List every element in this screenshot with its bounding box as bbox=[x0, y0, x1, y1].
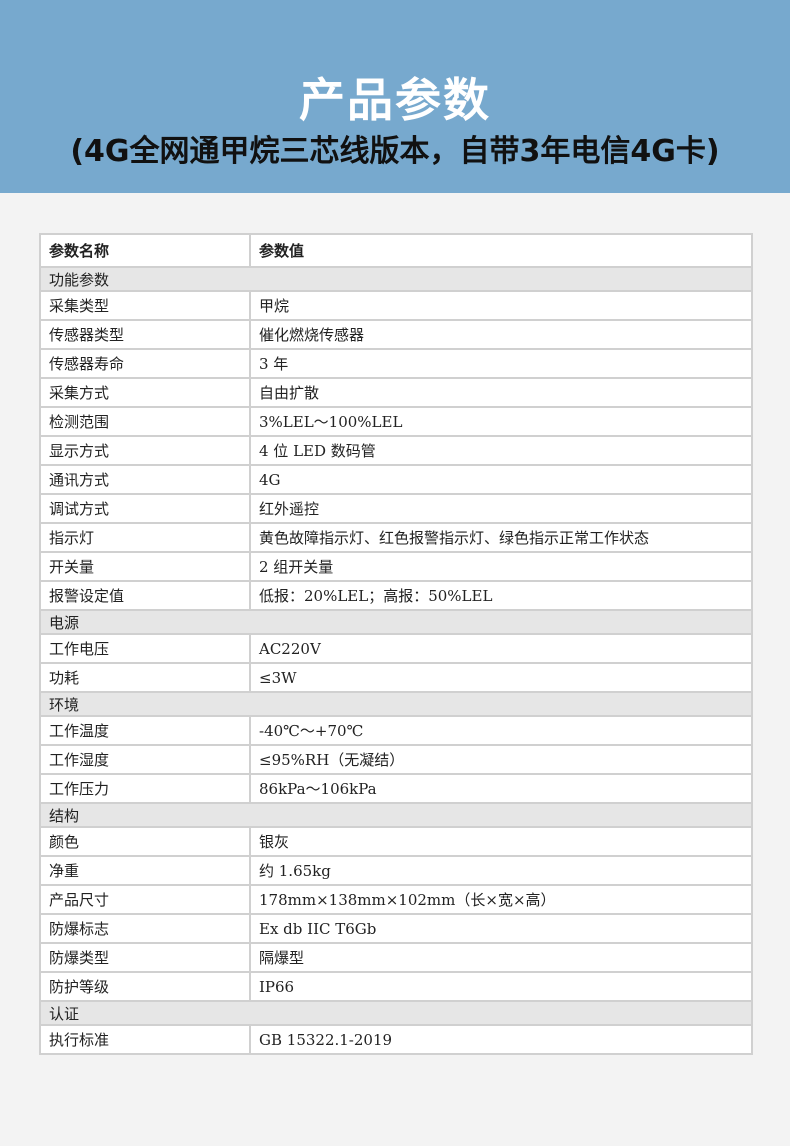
param-value: ≤95%RH（无凝结） bbox=[249, 744, 753, 775]
header-banner: 产品参数 (4G全网通甲烷三芯线版本，自带3年电信4G卡) bbox=[0, 0, 790, 193]
param-name: 工作电压 bbox=[39, 633, 251, 664]
param-name: 采集类型 bbox=[39, 290, 251, 321]
param-name: 指示灯 bbox=[39, 522, 251, 553]
table-row: 防爆标志 Ex db IIC T6Gb bbox=[39, 913, 753, 944]
table-row: 采集方式 自由扩散 bbox=[39, 377, 753, 408]
table-row: 防爆类型 隔爆型 bbox=[39, 942, 753, 973]
param-value: 低报：20%LEL；高报：50%LEL bbox=[249, 580, 753, 611]
section-row: 电源 bbox=[39, 609, 753, 635]
table-row: 传感器寿命 3 年 bbox=[39, 348, 753, 379]
param-value: GB 15322.1-2019 bbox=[249, 1024, 753, 1055]
param-name: 执行标准 bbox=[39, 1024, 251, 1055]
table-row: 净重约 1.65kg bbox=[39, 855, 753, 886]
section-title: 环境 bbox=[39, 691, 753, 717]
table-row: 执行标准 GB 15322.1-2019 bbox=[39, 1024, 753, 1055]
param-name: 净重 bbox=[39, 855, 251, 886]
param-value: 红外遥控 bbox=[249, 493, 753, 524]
table-row: 工作湿度 ≤95%RH（无凝结） bbox=[39, 744, 753, 775]
param-value: 3%LEL～100%LEL bbox=[249, 406, 753, 437]
table-row: 报警设定值 低报：20%LEL；高报：50%LEL bbox=[39, 580, 753, 611]
section-row: 功能参数 bbox=[39, 266, 753, 292]
section-title: 电源 bbox=[39, 609, 753, 635]
param-name: 调试方式 bbox=[39, 493, 251, 524]
section-title: 功能参数 bbox=[39, 266, 753, 292]
param-value: 4 位 LED 数码管 bbox=[249, 435, 753, 466]
section-title: 认证 bbox=[39, 1000, 753, 1026]
table-row: 指示灯 黄色故障指示灯、红色报警指示灯、绿色指示正常工作状态 bbox=[39, 522, 753, 553]
param-name: 防爆标志 bbox=[39, 913, 251, 944]
section-row: 结构 bbox=[39, 802, 753, 828]
table-row: 通讯方式 4G bbox=[39, 464, 753, 495]
param-value: 催化燃烧传感器 bbox=[249, 319, 753, 350]
param-name: 防爆类型 bbox=[39, 942, 251, 973]
param-value: 黄色故障指示灯、红色报警指示灯、绿色指示正常工作状态 bbox=[249, 522, 753, 553]
param-value: IP66 bbox=[249, 971, 753, 1002]
param-name: 防护等级 bbox=[39, 971, 251, 1002]
param-value: 86kPa～106kPa bbox=[249, 773, 753, 804]
param-value: ≤3W bbox=[249, 662, 753, 693]
param-name: 检测范围 bbox=[39, 406, 251, 437]
param-value: 银灰 bbox=[249, 826, 753, 857]
param-value: 178mm×138mm×102mm（长×宽×高） bbox=[249, 884, 753, 915]
param-value: 2 组开关量 bbox=[249, 551, 753, 582]
param-value: 甲烷 bbox=[249, 290, 753, 321]
param-value: 4G bbox=[249, 464, 753, 495]
param-value: Ex db IIC T6Gb bbox=[249, 913, 753, 944]
table-row: 显示方式 4 位 LED 数码管 bbox=[39, 435, 753, 466]
section-row: 环境 bbox=[39, 691, 753, 717]
section-title: 结构 bbox=[39, 802, 753, 828]
table-row: 功耗 ≤3W bbox=[39, 662, 753, 693]
header-param-name: 参数名称 bbox=[39, 233, 251, 268]
param-value: -40℃～+70℃ bbox=[249, 715, 753, 746]
table-row: 工作温度 -40℃～+70℃ bbox=[39, 715, 753, 746]
table-row: 工作压力 86kPa～106kPa bbox=[39, 773, 753, 804]
param-name: 传感器寿命 bbox=[39, 348, 251, 379]
param-name: 功耗 bbox=[39, 662, 251, 693]
header-param-value: 参数值 bbox=[249, 233, 753, 268]
param-name: 颜色 bbox=[39, 826, 251, 857]
param-value: 3 年 bbox=[249, 348, 753, 379]
section-row: 认证 bbox=[39, 1000, 753, 1026]
param-value: 自由扩散 bbox=[249, 377, 753, 408]
spec-table: 参数名称 参数值 功能参数 采集类型 甲烷 传感器类型 催化燃烧传感器 传感器寿命 3 年采… bbox=[39, 233, 753, 1055]
param-name: 工作湿度 bbox=[39, 744, 251, 775]
param-name: 产品尺寸 bbox=[39, 884, 251, 915]
param-name: 显示方式 bbox=[39, 435, 251, 466]
table-row: 颜色 银灰 bbox=[39, 826, 753, 857]
param-name: 开关量 bbox=[39, 551, 251, 582]
table-row: 防护等级 IP66 bbox=[39, 971, 753, 1002]
param-value: 约 1.65kg bbox=[249, 855, 753, 886]
param-name: 工作压力 bbox=[39, 773, 251, 804]
page-subtitle: (4G全网通甲烷三芯线版本，自带3年电信4G卡) bbox=[70, 134, 720, 169]
table-row: 检测范围 3%LEL～100%LEL bbox=[39, 406, 753, 437]
table-row: 采集类型 甲烷 bbox=[39, 290, 753, 321]
param-value: 隔爆型 bbox=[249, 942, 753, 973]
table-row: 开关量 2 组开关量 bbox=[39, 551, 753, 582]
table-row: 调试方式 红外遥控 bbox=[39, 493, 753, 524]
table-row: 产品尺寸 178mm×138mm×102mm（长×宽×高） bbox=[39, 884, 753, 915]
param-name: 采集方式 bbox=[39, 377, 251, 408]
param-value: AC220V bbox=[249, 633, 753, 664]
table-row: 传感器类型 催化燃烧传感器 bbox=[39, 319, 753, 350]
table-row: 工作电压 AC220V bbox=[39, 633, 753, 664]
param-name: 通讯方式 bbox=[39, 464, 251, 495]
table-header-row: 参数名称 参数值 bbox=[39, 233, 753, 268]
param-name: 传感器类型 bbox=[39, 319, 251, 350]
page-title: 产品参数 bbox=[299, 73, 491, 127]
param-name: 工作温度 bbox=[39, 715, 251, 746]
param-name: 报警设定值 bbox=[39, 580, 251, 611]
